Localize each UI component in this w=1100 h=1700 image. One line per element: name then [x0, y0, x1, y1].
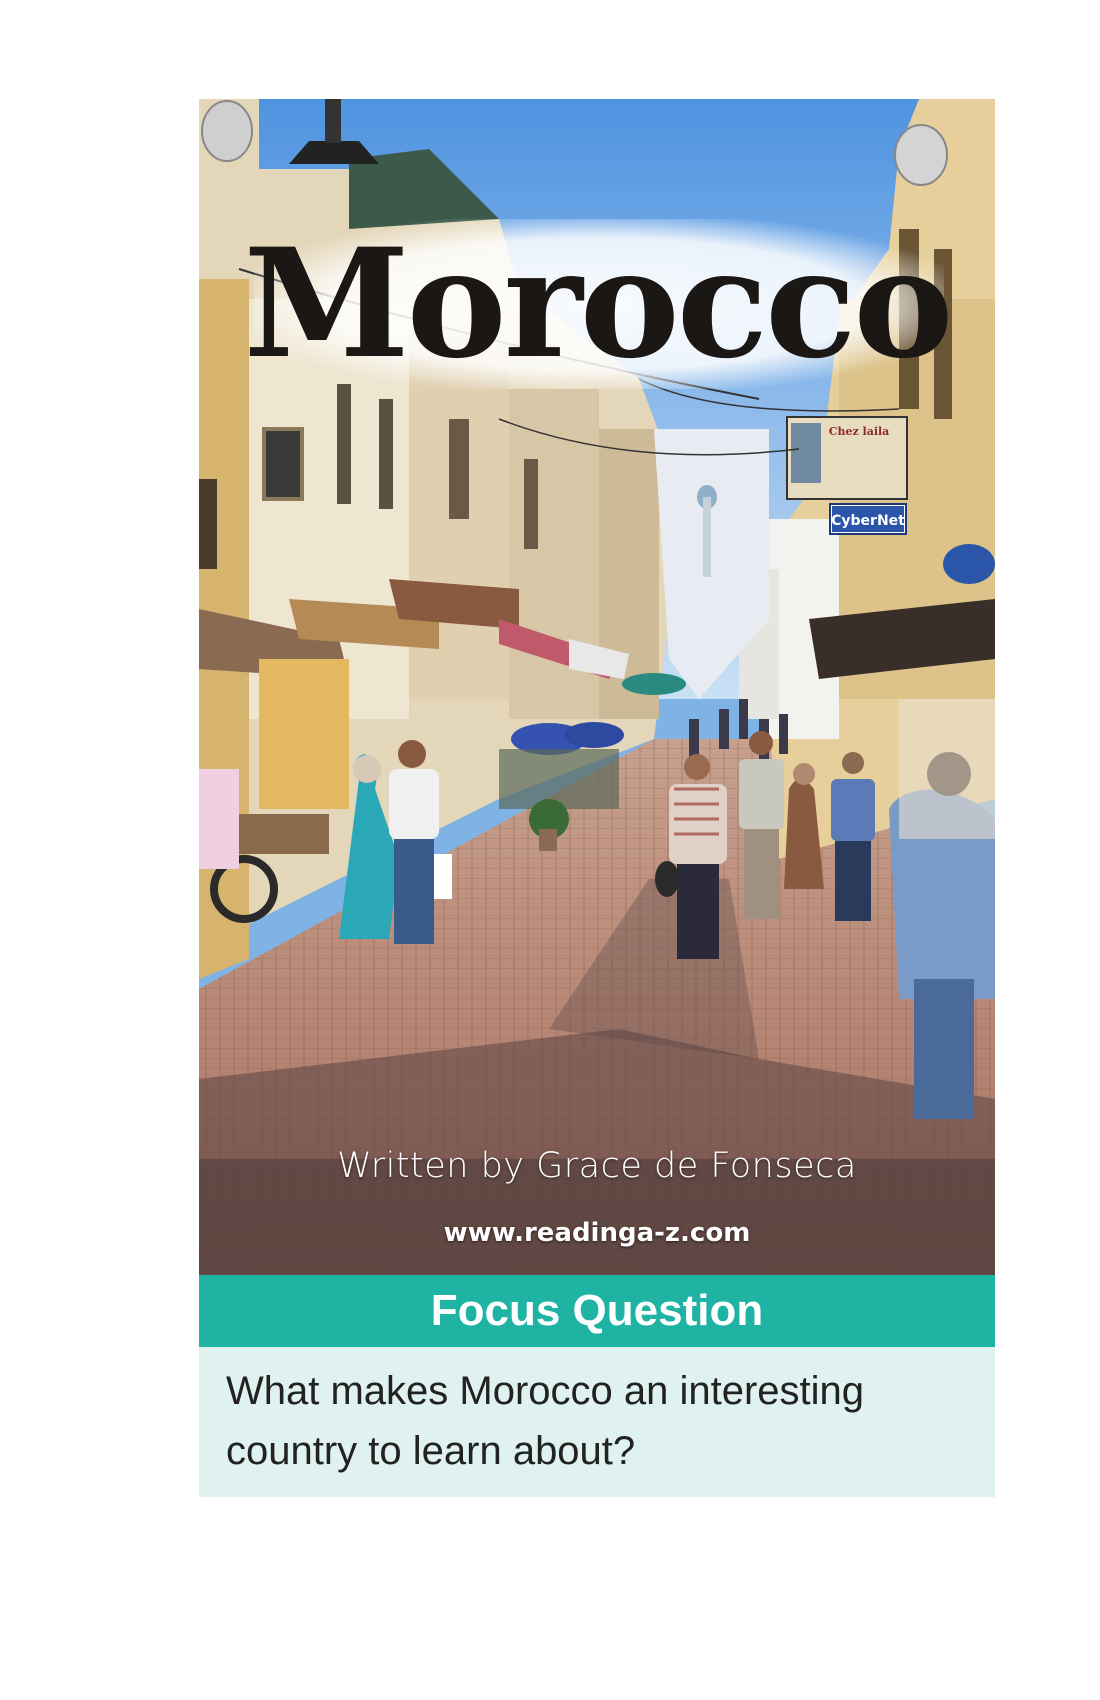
book-title: Morocco — [243, 216, 954, 392]
sign-cybernet: CyberNet — [831, 513, 905, 529]
author-line: Written by Grace de Fonseca — [337, 1146, 857, 1186]
focus-question-text: What makes Morocco an interesting countr… — [199, 1347, 995, 1497]
cover-photo: Chez laila CyberNet Morocco Written by G… — [199, 99, 995, 1275]
focus-question-heading: Focus Question — [199, 1275, 995, 1347]
sign-chez-laila: Chez laila — [829, 425, 890, 438]
website-link[interactable]: www.readinga-z.com — [199, 1218, 995, 1248]
